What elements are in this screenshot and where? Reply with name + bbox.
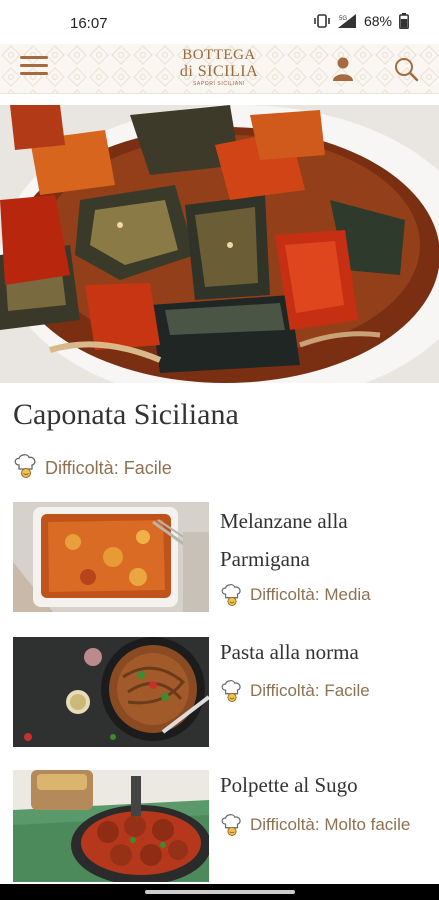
- home-gesture-handle[interactable]: [145, 890, 295, 894]
- featured-recipe-title[interactable]: Caponata Siciliana: [13, 398, 239, 432]
- user-button[interactable]: [331, 56, 355, 82]
- status-bar: 16:07 5G 68%: [0, 0, 439, 44]
- recipe-card-polpette[interactable]: Polpette al Sugo Difficoltà: Molto facil…: [13, 770, 439, 882]
- chef-hat-icon: [220, 814, 244, 842]
- menu-button[interactable]: [20, 56, 48, 80]
- recipe-thumbnail: [13, 637, 209, 747]
- chef-hat-icon: [13, 454, 39, 483]
- brand-logo[interactable]: BOTTEGA di SICILIA SAPORI SICILIANI: [167, 48, 271, 90]
- recipe-thumbnail: [13, 502, 209, 612]
- recipe-card-melanzane[interactable]: Melanzane alla Parmigana Difficoltà: Med…: [13, 502, 439, 612]
- logo-line2: di SICILIA: [179, 63, 259, 80]
- melanzane-photo: [13, 502, 209, 612]
- logo-line1: BOTTEGA: [182, 47, 256, 63]
- recipe-difficulty-text: Difficoltà: Media: [250, 585, 371, 604]
- signal-icon: 5G: [337, 13, 357, 29]
- recipe-difficulty: Difficoltà: Media: [220, 584, 420, 612]
- recipe-difficulty-text: Difficoltà: Facile: [250, 681, 370, 700]
- chef-hat-icon: [220, 680, 244, 708]
- polpette-photo: [13, 770, 209, 882]
- recipe-thumbnail: [13, 770, 209, 882]
- vibrate-icon: [314, 14, 330, 28]
- pasta-norma-photo: [13, 637, 209, 747]
- featured-recipe-image[interactable]: [0, 105, 439, 383]
- featured-difficulty-text: Difficoltà: Facile: [45, 458, 172, 478]
- battery-percent: 68%: [363, 13, 392, 29]
- caponata-photo: [0, 105, 439, 383]
- recipe-card-pasta-norma[interactable]: Pasta alla norma Difficoltà: Facile: [13, 637, 439, 747]
- search-button[interactable]: [393, 56, 419, 82]
- system-navigation-bar: [0, 884, 439, 900]
- chef-hat-icon: [220, 584, 244, 612]
- featured-difficulty: Difficoltà: Facile: [13, 454, 172, 483]
- network-label: 5G: [339, 16, 347, 22]
- status-icons: 5G 68%: [314, 13, 409, 29]
- recipe-difficulty: Difficoltà: Molto facile: [220, 814, 420, 842]
- menu-icon: [20, 56, 48, 59]
- search-icon: [395, 58, 419, 82]
- recipe-difficulty-text: Difficoltà: Molto facile: [250, 815, 411, 834]
- app-header: BOTTEGA di SICILIA SAPORI SICILIANI: [0, 44, 439, 94]
- recipe-title: Pasta alla norma: [220, 640, 359, 664]
- logo-sub: SAPORI SICILIANI: [192, 81, 246, 87]
- user-icon: [333, 57, 353, 81]
- status-time: 16:07: [70, 15, 108, 32]
- battery-icon: [399, 13, 409, 29]
- recipe-difficulty: Difficoltà: Facile: [220, 680, 420, 708]
- recipe-title: Polpette al Sugo: [220, 773, 358, 797]
- recipe-title: Melanzane alla Parmigana: [220, 509, 348, 571]
